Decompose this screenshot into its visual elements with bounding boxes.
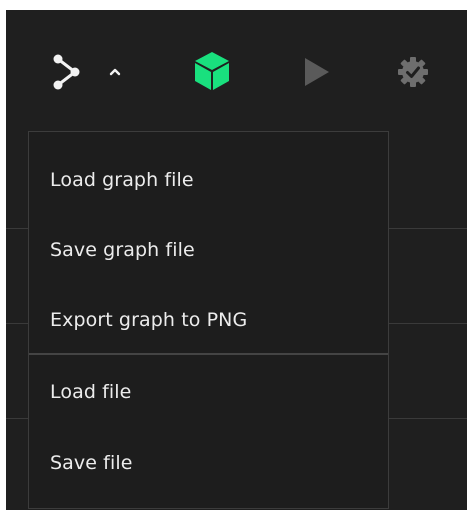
- toolbar: [6, 10, 467, 128]
- gear-check-icon: [398, 57, 428, 87]
- graph-nodes-icon: [53, 54, 80, 90]
- cube-icon: [195, 52, 229, 90]
- graph-menu-button[interactable]: [50, 52, 84, 92]
- load-graph-file-item[interactable]: Load graph file: [29, 157, 388, 203]
- build-button[interactable]: [192, 50, 232, 92]
- chevron-up-icon: [109, 68, 121, 76]
- load-file-item[interactable]: Load file: [29, 369, 388, 415]
- play-icon: [305, 58, 329, 86]
- save-graph-file-item[interactable]: Save graph file: [29, 227, 388, 273]
- export-graph-png-item[interactable]: Export graph to PNG: [29, 297, 388, 343]
- save-file-item[interactable]: Save file: [29, 440, 388, 486]
- run-button[interactable]: [302, 56, 332, 88]
- menu-toggle-button[interactable]: [107, 64, 123, 80]
- app-window: Load graph file Save graph file Export g…: [6, 10, 467, 510]
- settings-button[interactable]: [397, 56, 429, 88]
- graph-dropdown-menu: Load graph file Save graph file Export g…: [28, 131, 389, 509]
- menu-separator: [29, 353, 388, 355]
